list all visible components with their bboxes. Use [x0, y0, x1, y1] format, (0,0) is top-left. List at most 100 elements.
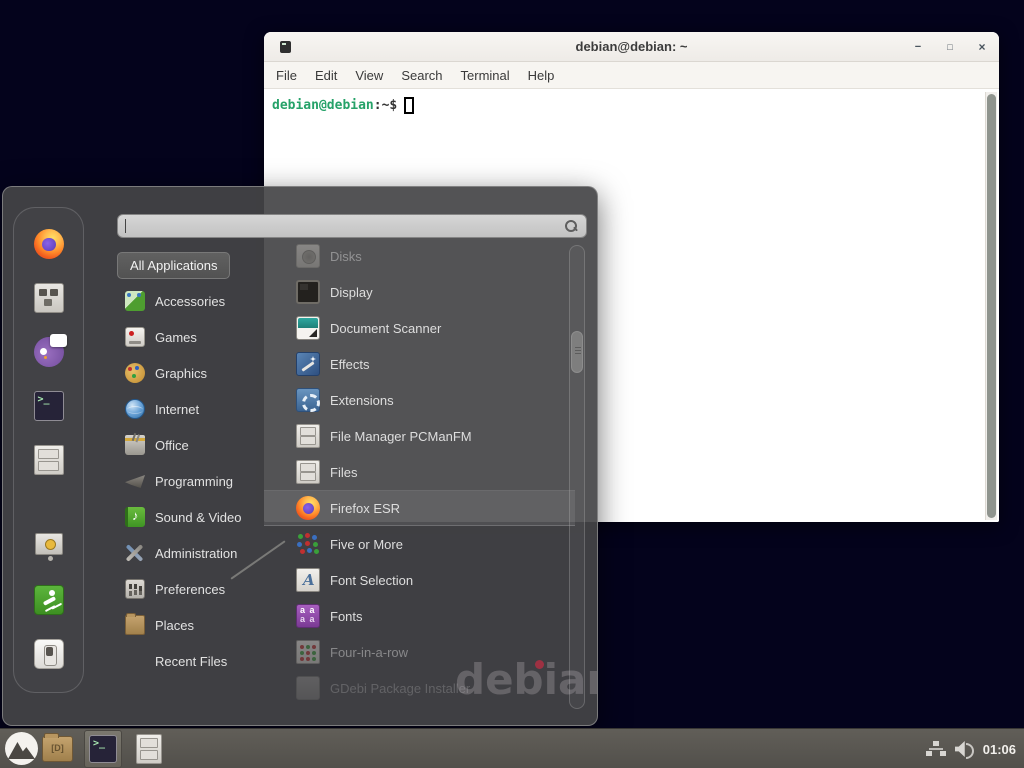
- category-preferences[interactable]: Preferences: [117, 571, 267, 607]
- network-icon[interactable]: [926, 741, 946, 758]
- category-games[interactable]: Games: [117, 319, 267, 355]
- app-five-or-more[interactable]: Five or More: [264, 526, 575, 562]
- favorite-file-manager-icon[interactable]: [33, 444, 65, 476]
- font-selection-icon: [296, 568, 320, 592]
- terminal-titlebar[interactable]: debian@debian: ~ − □ ×: [264, 32, 999, 62]
- terminal-title: debian@debian: ~: [576, 39, 688, 54]
- app-extensions[interactable]: Extensions: [264, 382, 575, 418]
- terminal-cursor: [404, 97, 414, 114]
- minimize-button[interactable]: −: [906, 32, 930, 62]
- app-font-selection[interactable]: Font Selection: [264, 562, 575, 598]
- terminal-menu-item[interactable]: Terminal: [461, 68, 510, 83]
- application-label: Display: [330, 285, 373, 300]
- files-launcher[interactable]: [136, 734, 162, 764]
- terminal-icon: [89, 735, 117, 763]
- category-office[interactable]: Office: [117, 427, 267, 463]
- session-buttons: [33, 530, 65, 670]
- application-label: Firefox ESR: [330, 501, 400, 516]
- close-button[interactable]: ×: [970, 32, 994, 62]
- terminal-menu-item[interactable]: Edit: [315, 68, 337, 83]
- pidgin-icon: [34, 337, 64, 367]
- terminal-menu-item[interactable]: View: [355, 68, 383, 83]
- category-graphics[interactable]: Graphics: [117, 355, 267, 391]
- terminal-prompt: debian@debian:~$: [272, 97, 414, 114]
- administration-icon: [125, 543, 145, 563]
- terminal-menu-item[interactable]: File: [276, 68, 297, 83]
- app-display[interactable]: Display: [264, 274, 575, 310]
- five-or-more-icon: [296, 532, 320, 556]
- app-effects[interactable]: Effects: [264, 346, 575, 382]
- search-input[interactable]: [117, 214, 587, 238]
- system-tray: 01:06: [926, 729, 1018, 768]
- application-label: Disks: [330, 249, 362, 264]
- category-label: Recent Files: [155, 654, 227, 669]
- application-label: Four-in-a-row: [330, 645, 408, 660]
- app-firefox-esr[interactable]: Firefox ESR: [264, 490, 575, 526]
- favorites-list: [33, 228, 65, 476]
- category-recent-files[interactable]: Recent Files: [117, 643, 267, 679]
- terminal-menubar: File Edit View Search Terminal Help: [264, 62, 999, 89]
- category-label: Accessories: [155, 294, 225, 309]
- category-internet[interactable]: Internet: [117, 391, 267, 427]
- application-label: Document Scanner: [330, 321, 441, 336]
- category-label: All Applications: [130, 258, 217, 273]
- search-icon: [565, 220, 578, 233]
- application-label: Files: [330, 465, 357, 480]
- favorites-panel: [13, 207, 84, 693]
- maximize-button[interactable]: □: [938, 32, 962, 62]
- menu-button[interactable]: [5, 732, 39, 766]
- search-text-cursor: [125, 219, 126, 233]
- category-accessories[interactable]: Accessories: [117, 283, 267, 319]
- four-in-a-row-icon: [296, 640, 320, 664]
- menu-scrollbar[interactable]: [569, 245, 585, 709]
- gdebi-icon: [296, 676, 320, 700]
- application-menu: All Applications Accessories Games Graphics…: [2, 186, 598, 726]
- category-administration[interactable]: Administration: [117, 535, 267, 571]
- app-disks[interactable]: Disks: [264, 238, 575, 274]
- terminal-icon: [34, 391, 64, 421]
- favorite-pidgin-icon[interactable]: [33, 336, 65, 368]
- cabinet-icon: [296, 424, 320, 448]
- terminal-scrollbar-thumb[interactable]: [987, 94, 996, 518]
- preferences-icon: [125, 579, 145, 599]
- firefox-lg-icon: [34, 229, 64, 259]
- category-label: Office: [155, 438, 189, 453]
- programming-icon: [125, 471, 145, 491]
- display-icon: [296, 280, 320, 304]
- favorite-firefox-icon[interactable]: [33, 228, 65, 260]
- logout-icon[interactable]: [33, 584, 65, 616]
- extensions-icon: [296, 388, 320, 412]
- shutdown-icon[interactable]: [33, 638, 65, 670]
- volume-icon[interactable]: [955, 741, 974, 757]
- category-sound-video[interactable]: Sound & Video: [117, 499, 267, 535]
- favorite-package-manager-icon[interactable]: [33, 282, 65, 314]
- application-label: Fonts: [330, 609, 363, 624]
- disks-icon: [296, 244, 320, 268]
- file-manager-launcher[interactable]: [42, 736, 73, 762]
- terminal-menu-item[interactable]: Search: [401, 68, 442, 83]
- places-icon: [125, 615, 145, 635]
- sound-video-icon: [125, 507, 145, 527]
- clock[interactable]: 01:06: [983, 742, 1018, 757]
- category-programming[interactable]: Programming: [117, 463, 267, 499]
- cabinet-icon: [296, 460, 320, 484]
- lock-screen-icon[interactable]: [33, 530, 65, 562]
- app-files[interactable]: Files: [264, 454, 575, 490]
- category-all-applications[interactable]: All Applications: [117, 252, 230, 279]
- category-places[interactable]: Places: [117, 607, 267, 643]
- terminal-task-button-active[interactable]: [84, 730, 122, 768]
- accessories-icon: [125, 291, 145, 311]
- app-file-manager-pcmanfm[interactable]: File Manager PCManFM: [264, 418, 575, 454]
- app-document-scanner[interactable]: Document Scanner: [264, 310, 575, 346]
- terminal-menu-item[interactable]: Help: [528, 68, 555, 83]
- firefox-icon: [296, 496, 320, 520]
- category-label: Graphics: [155, 366, 207, 381]
- menu-scrollbar-thumb[interactable]: [571, 331, 583, 373]
- terminal-scrollbar[interactable]: [985, 92, 997, 520]
- application-label: Five or More: [330, 537, 403, 552]
- category-label: Sound & Video: [155, 510, 242, 525]
- application-list: Disks Display Document Scanner EffectsExten…: [264, 238, 575, 706]
- favorite-terminal-icon[interactable]: [33, 390, 65, 422]
- category-label: Programming: [155, 474, 233, 489]
- app-fonts[interactable]: Fonts: [264, 598, 575, 634]
